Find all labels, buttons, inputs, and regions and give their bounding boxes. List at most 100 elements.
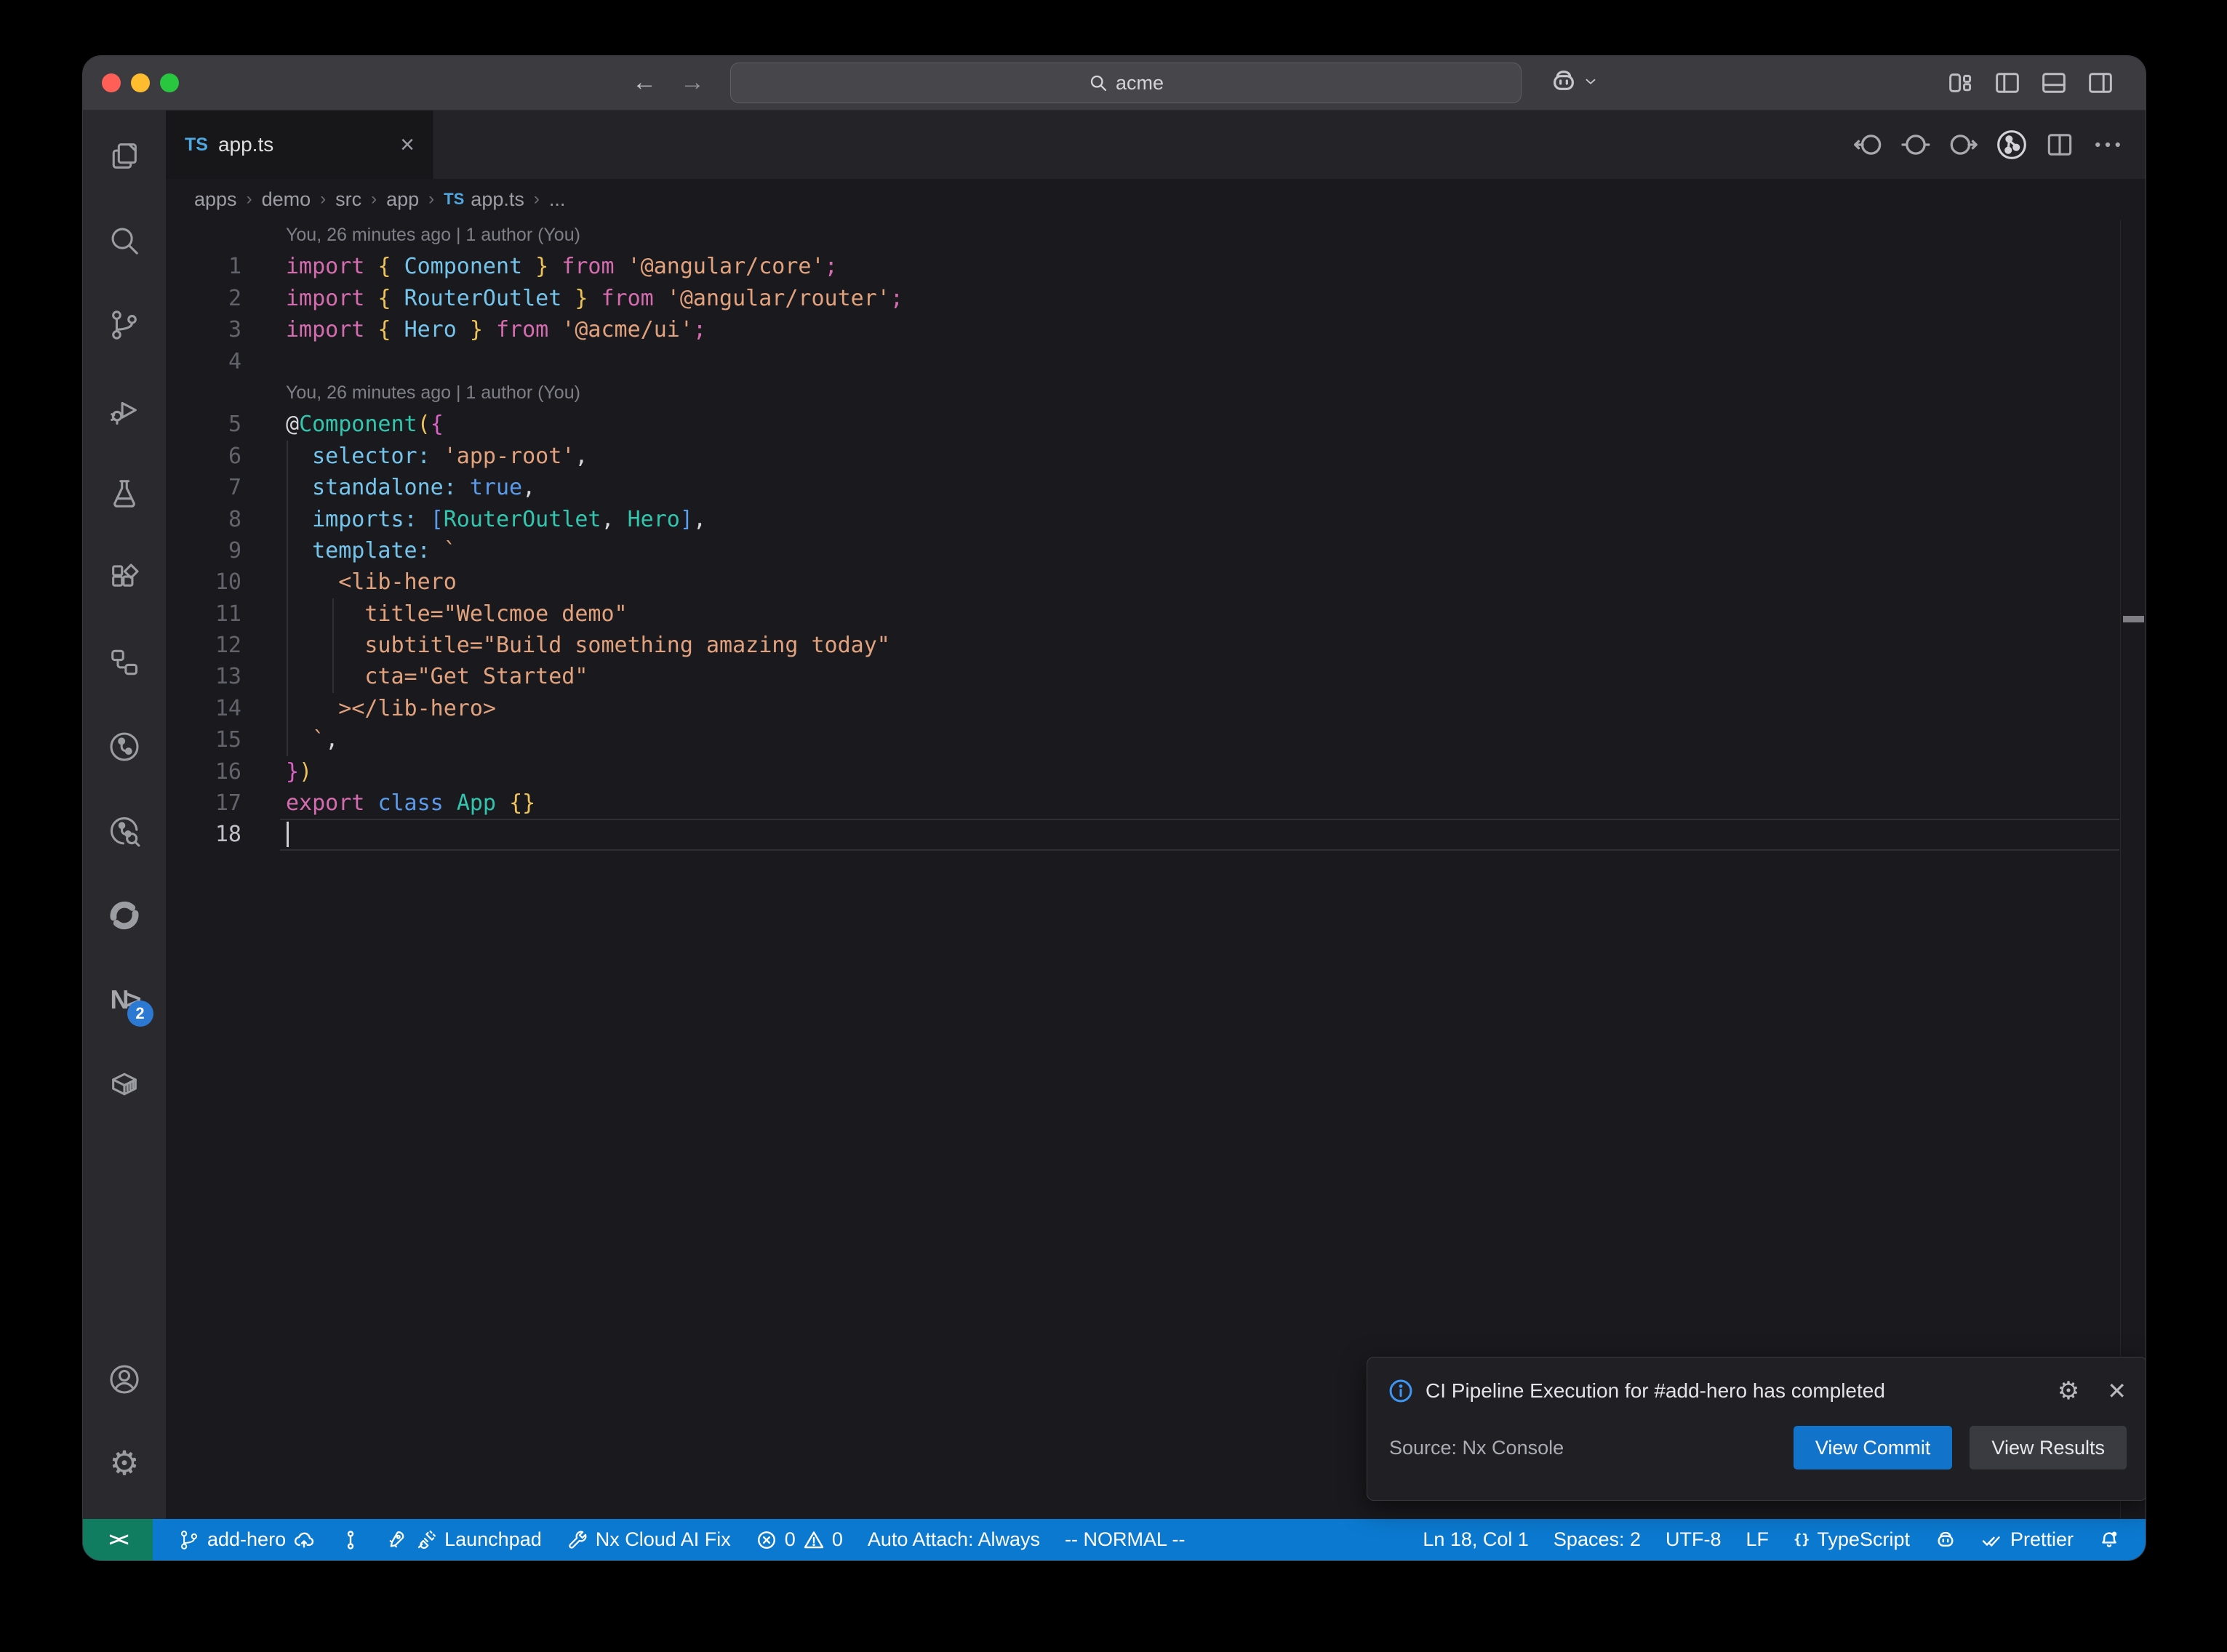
activity-item-settings[interactable]: ⚙ xyxy=(83,1428,166,1498)
code-line-6[interactable]: 6 selector: 'app-root', xyxy=(166,441,2146,472)
activity-item-custom-views[interactable] xyxy=(83,627,166,697)
code-line-11[interactable]: 11 title="Welcmoe demo" xyxy=(166,598,2146,630)
code-line-17[interactable]: 17export class App {} xyxy=(166,787,2146,819)
typescript-file-icon: TS xyxy=(185,135,208,156)
code-line-10[interactable]: 10 <lib-hero xyxy=(166,566,2146,598)
activity-item-search[interactable] xyxy=(83,206,166,276)
search-icon xyxy=(108,224,141,257)
toggle-secondary-sidebar-icon[interactable] xyxy=(2084,67,2116,99)
code-text: @Component({ xyxy=(286,409,444,440)
code-line-2[interactable]: 2import { RouterOutlet } from '@angular/… xyxy=(166,283,2146,314)
tab-app-ts[interactable]: TS app.ts × xyxy=(166,111,434,179)
toggle-panel-icon[interactable] xyxy=(2038,67,2070,99)
activity-item-explorer[interactable] xyxy=(83,121,166,191)
line-number: 16 xyxy=(166,756,241,787)
notification-settings-icon[interactable]: ⚙ xyxy=(2058,1376,2079,1406)
debug-icon xyxy=(108,393,141,426)
activity-item-commit-graph[interactable] xyxy=(83,712,166,782)
status-item-branch[interactable]: add-hero xyxy=(166,1519,327,1560)
nav-back-icon[interactable] xyxy=(1852,129,1884,161)
nav-back-arrow[interactable]: ← xyxy=(628,66,660,98)
status-item-language-mode[interactable]: {}TypeScript xyxy=(1781,1519,1922,1560)
vscode-window: ← → acme N>2⚙ TS app.ts × apps›demo›src› xyxy=(82,55,2146,1561)
activity-item-testing[interactable] xyxy=(83,459,166,529)
code-text: subtitle="Build something amazing today" xyxy=(286,630,890,661)
nav-forward-arrow[interactable]: → xyxy=(676,66,708,98)
notification-source: Source: Nx Console xyxy=(1389,1437,1794,1459)
activity-item-nx-console[interactable]: N>2 xyxy=(83,965,166,1035)
status-item-copilot[interactable] xyxy=(1922,1519,1969,1560)
status-label: Ln 18, Col 1 xyxy=(1423,1528,1529,1551)
code-line-15[interactable]: 15 `, xyxy=(166,724,2146,755)
toggle-sidebar-icon[interactable] xyxy=(1991,67,2023,99)
status-item-formatter[interactable]: Prettier xyxy=(1969,1519,2086,1560)
code-line-4[interactable]: 4 xyxy=(166,346,2146,377)
status-item-auto-attach[interactable]: Auto Attach: Always xyxy=(855,1519,1052,1560)
status-item-vim-mode[interactable]: -- NORMAL -- xyxy=(1052,1519,1197,1560)
copilot-menu[interactable] xyxy=(1549,67,1599,96)
editor-actions xyxy=(1852,111,2124,179)
activity-item-nx-cloud[interactable] xyxy=(83,881,166,950)
tab-bar: TS app.ts × xyxy=(166,111,2146,179)
activity-item-containers[interactable] xyxy=(83,1049,166,1119)
breadcrumb-item-apps[interactable]: apps xyxy=(194,188,237,211)
code-line-8[interactable]: 8 imports: [RouterOutlet, Hero], xyxy=(166,504,2146,535)
code-line-13[interactable]: 13 cta="Get Started" xyxy=(166,661,2146,692)
overview-ruler[interactable] xyxy=(2120,220,2146,1519)
breadcrumb-item-[interactable]: ... xyxy=(549,188,566,211)
breadcrumb-separator: › xyxy=(534,189,540,209)
breadcrumb-item-appts[interactable]: TSapp.ts xyxy=(444,188,524,211)
minimize-window-button[interactable] xyxy=(131,73,150,92)
status-label: Prettier xyxy=(2010,1528,2074,1551)
activity-item-source-control[interactable] xyxy=(83,290,166,360)
view-commit-button[interactable]: View Commit xyxy=(1794,1426,1953,1469)
nav-forward-icon[interactable] xyxy=(1948,129,1980,161)
status-item-nx-cloud-ai-fix[interactable]: Nx Cloud AI Fix xyxy=(554,1519,743,1560)
info-icon xyxy=(1388,1378,1414,1404)
status-item-indentation[interactable]: Spaces: 2 xyxy=(1541,1519,1653,1560)
code-line-7[interactable]: 7 standalone: true, xyxy=(166,472,2146,503)
typescript-file-icon: TS xyxy=(444,190,464,209)
status-item-notifications[interactable] xyxy=(2086,1519,2132,1560)
code-line-14[interactable]: 14 ></lib-hero> xyxy=(166,693,2146,724)
activity-item-run-debug[interactable] xyxy=(83,374,166,444)
line-number: 3 xyxy=(166,314,241,345)
activity-item-graph-search[interactable] xyxy=(83,796,166,866)
notification-close-icon[interactable]: ✕ xyxy=(2107,1377,2127,1405)
status-item-launchpad[interactable]: Launchpad xyxy=(374,1519,554,1560)
code-line-18[interactable]: 18 xyxy=(166,819,2146,850)
nx-icon: N>2 xyxy=(110,985,138,1015)
code-line-9[interactable]: 9 template: ` xyxy=(166,535,2146,566)
source-control-graph-icon[interactable] xyxy=(1996,129,2028,161)
code-line-12[interactable]: 12 subtitle="Build something amazing tod… xyxy=(166,630,2146,661)
close-tab-icon[interactable]: × xyxy=(400,132,415,157)
more-actions-icon[interactable] xyxy=(2092,129,2124,161)
split-editor-icon[interactable] xyxy=(2044,129,2076,161)
view-results-button[interactable]: View Results xyxy=(1970,1426,2127,1469)
zoom-window-button[interactable] xyxy=(160,73,179,92)
status-item-eol[interactable]: LF xyxy=(1734,1519,1782,1560)
activity-item-extensions[interactable] xyxy=(83,543,166,613)
activity-item-accounts[interactable] xyxy=(83,1344,166,1414)
status-item-cursor-position[interactable]: Ln 18, Col 1 xyxy=(1410,1519,1541,1560)
command-center-search[interactable]: acme xyxy=(730,63,1522,103)
layout-customize-icon[interactable] xyxy=(1945,67,1977,99)
remote-indicator[interactable]: >< xyxy=(83,1519,153,1560)
nav-dot-icon[interactable] xyxy=(1900,129,1932,161)
status-item-encoding[interactable]: UTF-8 xyxy=(1653,1519,1734,1560)
status-item-git-compare[interactable] xyxy=(327,1519,374,1560)
code-line-3[interactable]: 3import { Hero } from '@acme/ui'; xyxy=(166,314,2146,345)
close-window-button[interactable] xyxy=(102,73,121,92)
status-item-problems[interactable]: 00 xyxy=(743,1519,855,1560)
breadcrumb-item-demo[interactable]: demo xyxy=(262,188,311,211)
breadcrumb-separator: › xyxy=(371,189,377,209)
container-icon xyxy=(108,1067,141,1101)
breadcrumb-item-app[interactable]: app xyxy=(386,188,419,211)
code-line-16[interactable]: 16}) xyxy=(166,756,2146,787)
code-line-5[interactable]: 5@Component({ xyxy=(166,409,2146,440)
breadcrumb: apps›demo›src›app›TSapp.ts›... xyxy=(166,179,2146,220)
line-number: 18 xyxy=(166,819,241,850)
breadcrumb-item-src[interactable]: src xyxy=(335,188,361,211)
code-line-1[interactable]: 1import { Component } from '@angular/cor… xyxy=(166,251,2146,282)
code-editor[interactable]: You, 26 minutes ago | 1 author (You)1imp… xyxy=(166,220,2146,1519)
